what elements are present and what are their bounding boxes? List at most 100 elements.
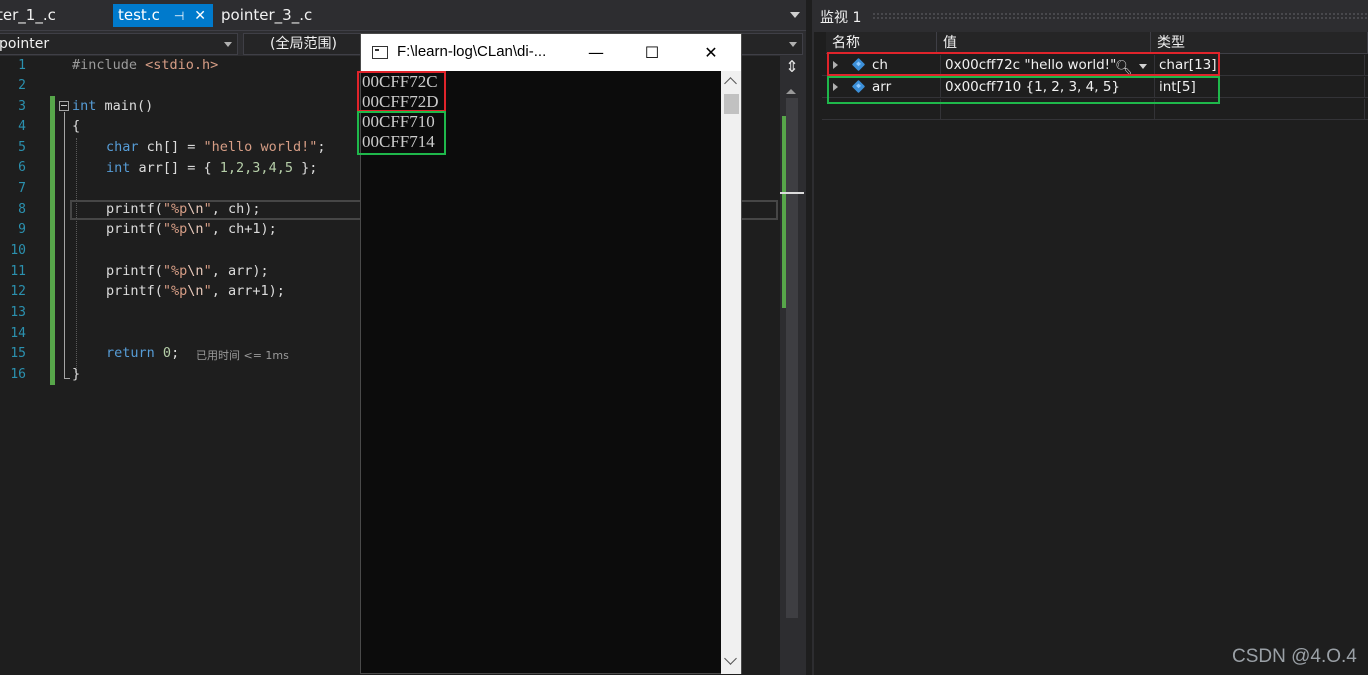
console-title: F:\learn-log\CLan\di-... [397,43,547,60]
scrollbar-thumb[interactable] [786,98,798,618]
code-text: ch[] = [138,139,204,155]
code-text: , arr); [211,263,269,279]
close-icon[interactable]: ✕ [194,8,206,24]
code-text: arr[] = { [130,160,220,176]
string-literal: " [203,221,212,237]
line-number: 14 [10,326,26,341]
code-line-6[interactable]: int arr[] = { 1,2,3,4,5 }; [106,160,317,176]
column-header-type[interactable]: 类型 [1151,32,1368,54]
code-text: , ch); [211,201,261,217]
code-line-1[interactable]: #include <stdio.h> [72,57,218,73]
minimize-button[interactable]: — [583,40,609,66]
caret-marker [780,192,804,194]
escape-sequence: \n [187,283,204,299]
split-editor-icon[interactable]: ⇕ [782,58,802,76]
line-number: 11 [10,264,26,279]
perf-tip[interactable]: 已用时间 <= 1ms [196,347,289,363]
code-text: printf( [106,201,163,217]
console-title-bar[interactable]: F:\learn-log\CLan\di-... — ☐ ✕ [361,34,741,71]
change-marker [782,116,786,308]
keyword: int [106,160,131,176]
line-number: 2 [18,78,26,93]
watch-title-bar: 监视 1 [814,0,1368,32]
code-text: , arr+1); [211,283,285,299]
number-literal: 1,2,3,4,5 [219,160,293,176]
tab-label: pointer_3_.c [221,6,313,24]
line-number: 10 [10,243,26,258]
tab-label: test.c [118,6,160,24]
code-text: main() [96,98,154,114]
escape-sequence: \n [187,221,204,237]
number-literal: 0 [162,345,172,361]
code-line-4[interactable]: { [72,118,80,134]
line-number: 8 [18,202,26,217]
line-number: 5 [18,140,26,155]
tab-label: ter_1_.c [0,6,56,24]
code-line-3[interactable]: int main() [72,98,153,114]
code-text: ; [317,139,326,155]
indent-guide [76,138,77,374]
escape-sequence: \n [187,201,204,217]
include-file: <stdio.h> [145,57,219,73]
maximize-button[interactable]: ☐ [639,40,665,66]
string-literal: "%p [162,221,188,237]
chevron-down-icon [789,42,797,51]
collapse-toggle-icon[interactable] [59,101,69,111]
highlight-box-green [827,76,1220,104]
code-text: printf( [106,263,163,279]
tab-test-c[interactable]: test.c ⊣ ✕ [113,4,213,27]
highlight-box-green [357,111,446,155]
console-app-icon [372,46,388,59]
line-number: 16 [10,367,26,382]
close-button[interactable]: ✕ [698,40,724,66]
code-line-9[interactable]: printf("%p\n", ch+1); [106,221,277,237]
line-number: 15 [10,346,26,361]
line-number: 13 [10,305,26,320]
pin-icon[interactable]: ⊣ [174,9,184,23]
scope-name: (全局范围) [270,36,337,52]
tab-pointer-3[interactable]: pointer_3_.c [216,4,317,27]
string-literal: "%p [162,201,188,217]
scrollbar-thumb[interactable] [724,94,739,114]
project-dropdown[interactable]: pointer [0,33,238,55]
string-literal: " [203,263,212,279]
watermark: CSDN @4.O.4 [1232,646,1357,667]
line-number: 4 [18,119,26,134]
tab-overflow-dropdown-icon[interactable] [788,7,802,21]
code-line-8[interactable]: printf("%p\n", ch); [106,201,260,217]
line-number: 6 [18,160,26,175]
escape-sequence: \n [187,263,204,279]
string-literal: "hello world!" [203,139,318,155]
column-header-name[interactable]: 名称 [826,32,937,54]
line-number: 9 [18,222,26,237]
code-line-16[interactable]: } [72,366,80,382]
console-window[interactable]: F:\learn-log\CLan\di-... — ☐ ✕ 00CFF72C … [357,33,742,674]
code-line-5[interactable]: char ch[] = "hello world!"; [106,139,325,155]
string-literal: "%p [162,283,188,299]
line-number: 7 [18,181,26,196]
code-text: }; [292,160,318,176]
code-line-12[interactable]: printf("%p\n", arr+1); [106,283,285,299]
watch-panel: 监视 1 名称 值 类型 ch 0x00cff72c "hello world!… [812,0,1368,675]
watch-title: 监视 1 [820,10,862,26]
console-scrollbar[interactable] [721,71,741,674]
fold-guide [64,112,65,378]
string-literal: " [203,283,212,299]
keyword: char [106,139,139,155]
change-indicator-bar [50,96,55,385]
line-number: 3 [18,99,26,114]
code-line-11[interactable]: printf("%p\n", arr); [106,263,269,279]
column-header-value[interactable]: 值 [937,32,1151,54]
code-text: ; [171,345,180,361]
preprocessor: #include [72,57,146,73]
drag-grip[interactable] [872,12,1368,19]
string-literal: " [203,201,212,217]
string-literal: "%p [162,263,188,279]
code-text: printf( [106,283,163,299]
code-line-15[interactable]: return 0; [106,345,179,361]
keyword: int [72,98,97,114]
project-name: pointer [0,36,50,52]
code-text: , ch+1); [211,221,277,237]
tab-pointer-1[interactable]: ter_1_.c [0,4,61,27]
scroll-up-icon[interactable] [786,84,796,94]
